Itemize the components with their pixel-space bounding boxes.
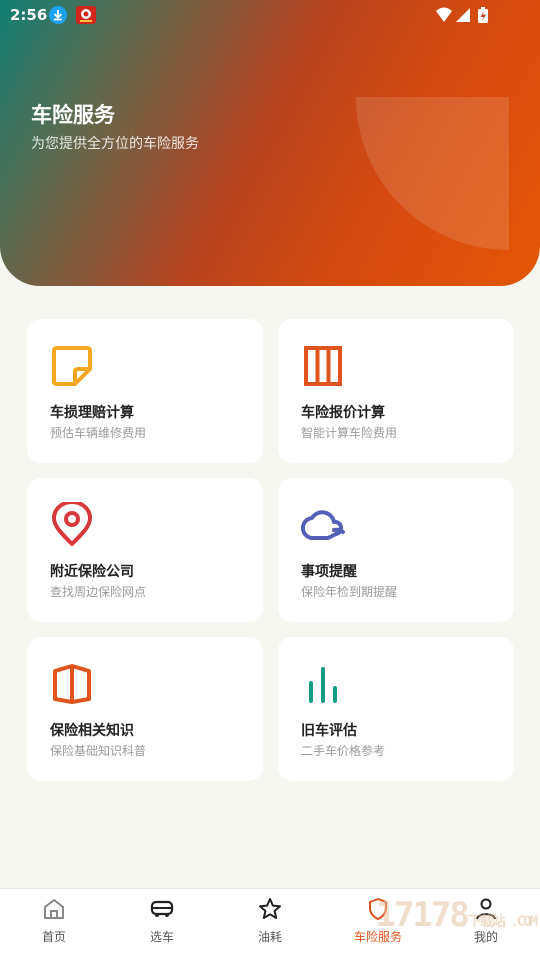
home-icon [44,899,64,919]
status-bar: 2:56 [0,0,540,30]
note-icon [49,343,95,389]
car-icon [150,900,174,917]
book-icon [49,661,95,707]
download-icon [49,6,67,24]
card-nearby-insurers[interactable]: 附近保险公司 查找周边保险网点 [27,478,263,622]
cloud-icon [300,502,346,548]
card-subtitle: 保险基础知识科普 [50,744,147,758]
card-title: 附近保险公司 [50,564,134,580]
nav-item-home[interactable]: 首页 [0,889,108,961]
card-title: 旧车评估 [301,723,357,739]
nav-item-select-car[interactable]: 选车 [108,889,216,961]
watermark: 17178下载站 .COM [375,895,538,935]
card-title: 车损理赔计算 [50,405,134,421]
page-subtitle: 为您提供全方位的车险服务 [31,136,199,152]
signal-icon [456,8,470,22]
status-icons [434,6,506,28]
nav-label: 油耗 [257,930,282,944]
card-used-car-valuation[interactable]: 旧车评估 二手车价格参考 [278,637,514,781]
card-subtitle: 预估车辆维修费用 [50,426,147,440]
status-time: 2:56 [10,6,48,24]
bar-chart-icon [300,661,346,707]
card-subtitle: 智能计算车险费用 [301,426,398,440]
nav-item-fuel[interactable]: 油耗 [216,889,324,961]
battery-icon [478,7,488,23]
app-notification-icon [76,6,96,24]
card-subtitle: 查找周边保险网点 [50,585,147,599]
watermark-suffix: 下载站 .COM [467,914,538,930]
card-reminders[interactable]: 事项提醒 保险年检到期提醒 [278,478,514,622]
watermark-text: 17178 [375,895,469,935]
card-title: 保险相关知识 [50,723,134,739]
hero-banner: 车险服务 为您提供全方位的车险服务 [0,0,540,286]
card-damage-claim[interactable]: 车损理赔计算 预估车辆维修费用 [27,319,263,463]
card-quote-calculator[interactable]: 车险报价计算 智能计算车险费用 [278,319,514,463]
location-pin-icon [49,500,95,548]
nav-label: 选车 [149,930,174,944]
card-subtitle: 保险年检到期提醒 [301,585,398,599]
nav-label: 首页 [41,930,66,944]
wifi-icon [436,7,452,22]
card-title: 车险报价计算 [301,405,385,421]
page-title: 车险服务 [31,103,115,127]
star-icon [259,898,281,919]
card-title: 事项提醒 [301,564,357,580]
columns-icon [300,343,346,389]
hero-decoration [356,97,509,250]
card-insurance-knowledge[interactable]: 保险相关知识 保险基础知识科普 [27,637,263,781]
card-subtitle: 二手车价格参考 [301,744,386,758]
